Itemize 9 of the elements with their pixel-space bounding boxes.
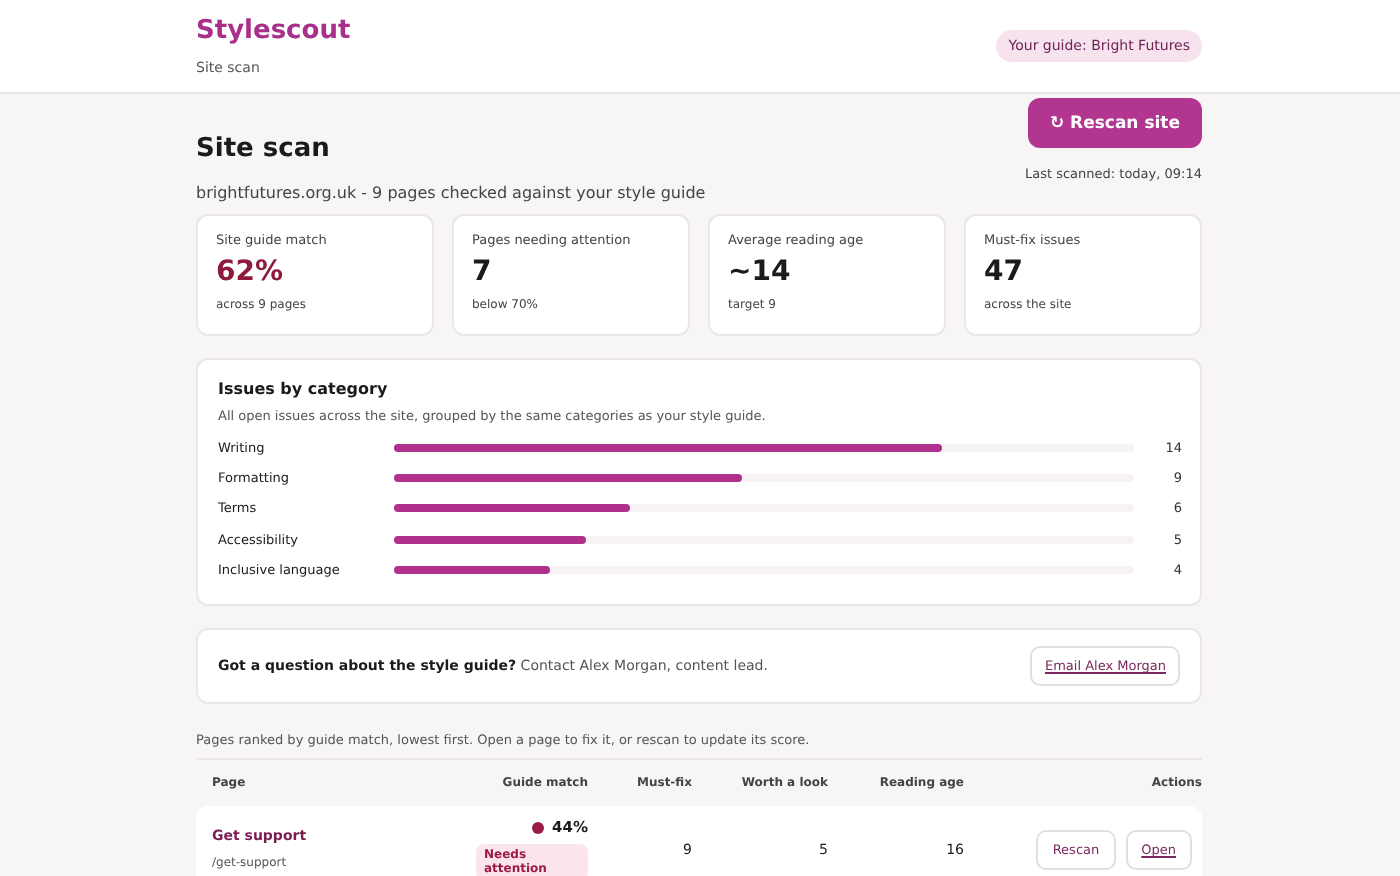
app-name: Stylescout: [196, 16, 351, 46]
issues-title: Issues by category: [218, 380, 390, 398]
page-description: brightfutures.org.uk - 9 pages checked against your style guide: [196, 184, 706, 202]
stat-value: ~14: [728, 256, 793, 288]
stat-value: 62%: [216, 256, 286, 288]
stat-value: 47: [984, 256, 1025, 288]
rescan-site-button[interactable]: ↻ Rescan site: [1027, 98, 1202, 148]
stat-value: 7: [472, 256, 494, 288]
page-title: Site scan: [196, 134, 332, 164]
